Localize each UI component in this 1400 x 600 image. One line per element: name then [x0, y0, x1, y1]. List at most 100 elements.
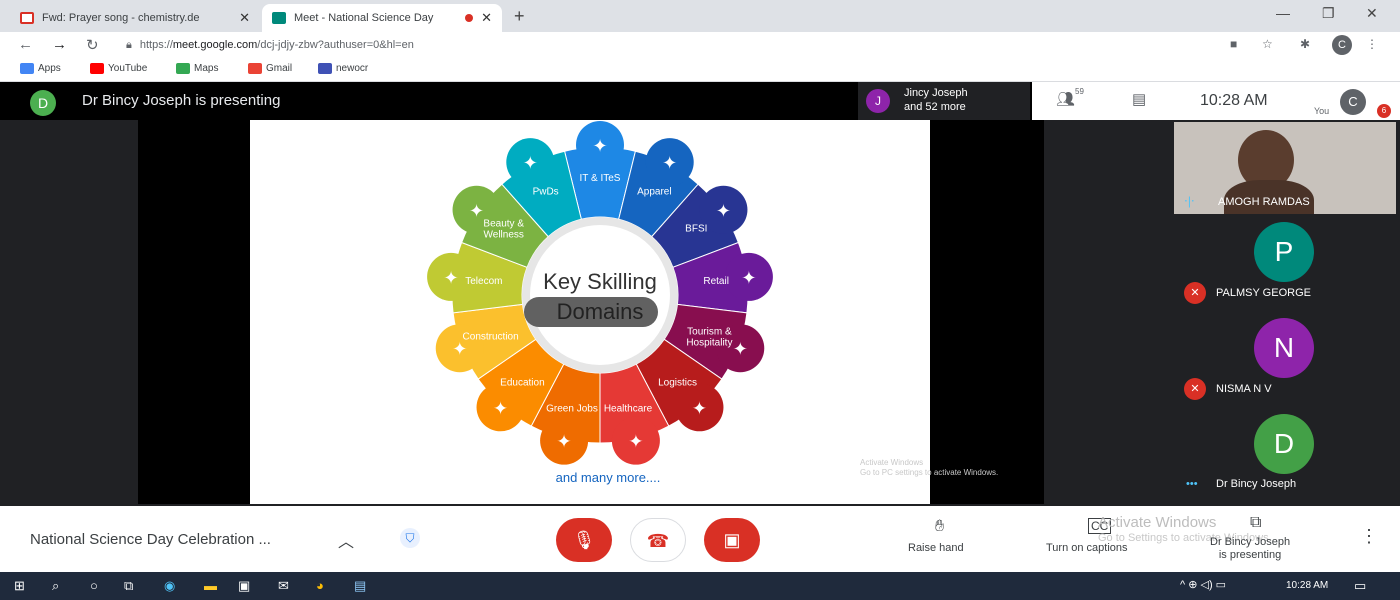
meet-icon — [272, 12, 286, 24]
leave-call-button[interactable]: ☎︎ — [630, 518, 686, 562]
meeting-clock: 10:28 AM — [1200, 92, 1268, 109]
self-avatar[interactable]: C — [1340, 89, 1366, 115]
mic-off-icon: 🎙︎ — [572, 530, 596, 550]
wheel-center — [530, 225, 670, 365]
camera-off-icon: ▣ — [723, 530, 741, 550]
bookmark-youtube[interactable]: YouTube — [90, 63, 147, 74]
slide-footer: and many more.... — [556, 470, 661, 485]
participant-more: and 52 more — [904, 101, 966, 113]
cortana-icon[interactable]: ○ — [90, 578, 98, 593]
people-count: 59 — [1075, 87, 1084, 96]
search-icon[interactable]: ⌕ — [52, 578, 59, 594]
start-icon[interactable]: ⊞ — [14, 578, 25, 594]
bookmark-star-icon[interactable]: ☆ — [1262, 37, 1273, 51]
file-explorer-icon[interactable]: ▬ — [204, 578, 217, 593]
segment-icon: ✦ — [444, 268, 459, 289]
bookmark-newocr[interactable]: newocr — [318, 63, 368, 74]
segment-label: Beauty & Wellness — [483, 219, 524, 241]
store-icon[interactable]: ▣ — [238, 578, 250, 594]
segment-icon: ✦ — [692, 398, 707, 419]
presenter-bar: D Dr Bincy Joseph is presenting J Jincy … — [0, 82, 1400, 120]
segment-icon: ✦ — [592, 136, 607, 157]
new-tab-button[interactable]: + — [514, 6, 525, 27]
taskbar-clock: 10:28 AM — [1286, 580, 1329, 591]
segment-label: Education — [500, 378, 544, 389]
participant-summary[interactable]: J Jincy Joseph and 52 more — [858, 82, 1030, 120]
task-view-icon[interactable]: ⧉ — [124, 578, 133, 594]
segment-icon: ✦ — [733, 339, 748, 360]
you-label: You — [1314, 106, 1330, 116]
recording-icon — [465, 14, 474, 22]
participant-avatar[interactable]: D — [1254, 414, 1314, 474]
participant-video-tile[interactable]: ⋅|⋅ AMOGH RAMDAS — [1174, 122, 1396, 214]
mic-toggle-button[interactable]: 🎙︎ — [556, 518, 612, 562]
segment-label: Telecom — [465, 276, 502, 287]
presenter-label: Dr Bincy Joseph is presenting — [82, 92, 281, 109]
restore-icon[interactable]: ❐ — [1322, 5, 1335, 22]
present-icon[interactable]: ⧉ — [1250, 514, 1261, 532]
extensions-icon[interactable]: ✱ — [1300, 37, 1310, 51]
notification-icon[interactable]: ▭ — [1354, 578, 1366, 594]
close-icon[interactable]: ✕ — [239, 10, 250, 26]
segment-label: PwDs — [533, 186, 559, 197]
participant-avatar[interactable]: P — [1254, 222, 1314, 282]
segment-label: Construction — [463, 331, 519, 342]
speaking-icon: ⋅|⋅ — [1184, 194, 1195, 208]
raise-hand-button[interactable]: Raise hand — [908, 542, 964, 554]
newocr-icon — [318, 63, 332, 74]
close-icon[interactable]: ✕ — [481, 10, 492, 26]
segment-label: Retail — [703, 276, 729, 287]
mail-icon[interactable]: ✉︎ — [278, 578, 289, 594]
meeting-title[interactable]: National Science Day Celebration ... — [30, 531, 271, 548]
windows-watermark: Activate Windows — [1098, 514, 1217, 531]
gmail-icon — [248, 63, 262, 74]
chevron-up-icon[interactable]: ︿ — [338, 528, 354, 552]
tray-icons[interactable]: ^ ⊕ ◁) ▭ — [1180, 578, 1226, 591]
slide-title-line1: Key Skilling — [543, 269, 657, 294]
url-field[interactable]: 🔒︎ https://meet.google.com/dcj-jdjy-zbw?… — [120, 34, 1220, 56]
notification-badge: 6 — [1377, 104, 1391, 118]
bookmark-apps[interactable]: Apps — [20, 63, 61, 74]
browser-tab-meet[interactable]: Meet - National Science Day ✕ — [262, 4, 502, 32]
participant-avatar: J — [866, 89, 890, 113]
camera-icon[interactable]: ■ — [1230, 37, 1237, 51]
segment-icon: ✦ — [523, 153, 538, 174]
participant-name: Dr Bincy Joseph — [1216, 478, 1297, 490]
participant-name: AMOGH RAMDAS — [1218, 196, 1310, 208]
segment-label: Healthcare — [604, 404, 653, 415]
apps-grid-icon — [20, 63, 34, 74]
participant-name: Jincy Joseph — [904, 87, 968, 99]
profile-avatar[interactable]: C — [1332, 35, 1352, 55]
edge-icon[interactable]: ◉ — [164, 578, 175, 594]
camera-toggle-button[interactable]: ▣ — [704, 518, 760, 562]
participant-name: NISMA N V — [1216, 383, 1272, 395]
minimize-icon[interactable]: — — [1276, 5, 1290, 21]
meet-stage: D Dr Bincy Joseph is presenting J Jincy … — [0, 82, 1400, 572]
segment-label: Logistics — [658, 378, 697, 389]
people-icon[interactable]: 👥︎ — [1056, 90, 1075, 108]
app-icon[interactable]: ▤ — [354, 578, 366, 594]
bookmark-maps[interactable]: Maps — [176, 63, 218, 74]
segment-label: Apparel — [637, 186, 671, 197]
bookmark-gmail[interactable]: Gmail — [248, 63, 292, 74]
segment-label: Green Jobs — [546, 404, 598, 415]
chrome-icon[interactable]: ◕ — [316, 578, 324, 593]
call-controls: National Science Day Celebration ... ︿ ⛉… — [0, 506, 1400, 572]
back-icon[interactable]: ← — [18, 36, 33, 53]
reload-icon[interactable]: ↻ — [86, 36, 99, 54]
shield-icon[interactable]: ⛉ — [400, 528, 420, 548]
maps-icon — [176, 63, 190, 74]
chat-icon[interactable]: ▤ — [1132, 90, 1146, 108]
browser-tab-gmail[interactable]: Fwd: Prayer song - chemistry.de ✕ — [10, 4, 260, 32]
participant-avatar[interactable]: N — [1254, 318, 1314, 378]
segment-icon: ✦ — [557, 432, 572, 453]
raise-hand-icon[interactable]: ✋︎ — [935, 518, 944, 536]
forward-icon[interactable]: → — [52, 36, 67, 53]
browser-tab-bar: Fwd: Prayer song - chemistry.de ✕ Meet -… — [0, 0, 1400, 32]
presentation-slide: ✦ IT & ITeS ✦ Apparel ✦ BFSI ✦ Retail ✦ Tourism &… — [250, 120, 930, 504]
segment-label: Tourism & Hospitality — [686, 326, 732, 348]
close-window-icon[interactable]: ✕ — [1366, 5, 1378, 22]
menu-icon[interactable]: ⋮ — [1366, 37, 1378, 51]
presenting-button[interactable]: Dr Bincy Joseph is presenting — [1210, 536, 1290, 562]
more-options-icon[interactable]: ⋮ — [1360, 526, 1378, 547]
